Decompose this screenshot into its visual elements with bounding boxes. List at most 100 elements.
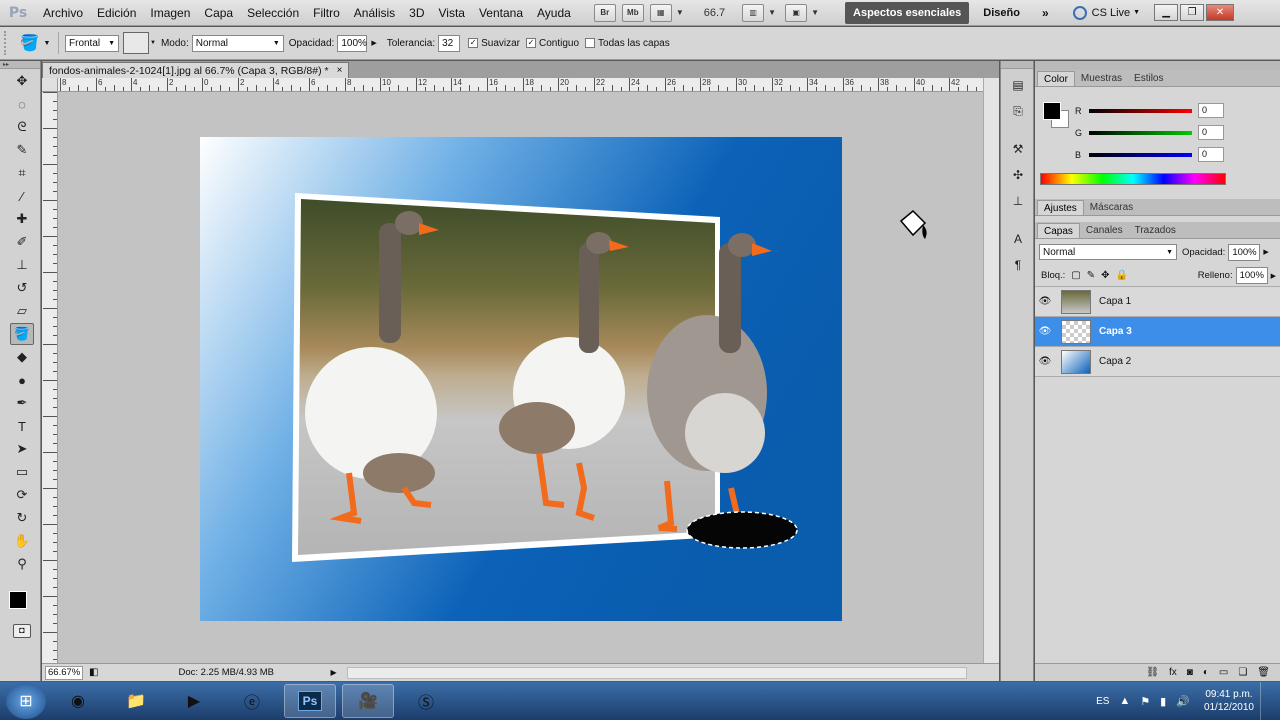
horizontal-scrollbar[interactable] <box>346 666 967 679</box>
lock-position-icon[interactable]: ✥ <box>1101 270 1109 281</box>
pen-tool-icon[interactable]: ✒ <box>10 392 34 414</box>
3d-orbit-tool-icon[interactable]: ↻ <box>10 507 34 529</box>
taskbar-photoshop[interactable]: Ps <box>284 684 336 718</box>
fill-source-select[interactable]: Frontal ▼ <box>65 34 119 52</box>
mode-select[interactable]: Normal ▼ <box>191 34 284 52</box>
menu-analisis[interactable]: Análisis <box>347 0 402 26</box>
add-mask-icon[interactable]: ◙ <box>1187 667 1193 678</box>
new-layer-icon[interactable]: ❏ <box>1238 667 1247 678</box>
menu-ayuda[interactable]: Ayuda <box>530 0 578 26</box>
menu-filtro[interactable]: Filtro <box>306 0 347 26</box>
layer-row-capa-2[interactable]: 👁 Capa 2 <box>1035 347 1280 377</box>
screen-mode-icon[interactable]: ▣ <box>785 3 808 22</box>
lock-pixels-icon[interactable]: ✎ <box>1087 270 1095 281</box>
restore-button[interactable]: ❐ <box>1180 4 1205 21</box>
mini-bridge-button[interactable]: Mb <box>621 3 644 22</box>
tab-mascaras[interactable]: Máscaras <box>1084 200 1139 215</box>
history-brush-tool-icon[interactable]: ↺ <box>10 277 34 299</box>
brush-tool-icon[interactable]: ✐ <box>10 231 34 253</box>
path-selection-tool-icon[interactable]: ➤ <box>10 438 34 460</box>
tab-muestras[interactable]: Muestras <box>1075 71 1128 86</box>
move-tool-icon[interactable]: ✥ <box>10 70 34 92</box>
layer-row-capa-1[interactable]: 👁 Capa 1 <box>1035 287 1280 317</box>
zoom-level-menu[interactable]: 66.7 <box>704 7 725 19</box>
close-icon[interactable]: × <box>337 65 343 76</box>
tab-color[interactable]: Color <box>1037 71 1075 86</box>
layer-opacity-input[interactable]: 100% <box>1228 243 1261 261</box>
all-layers-checkbox[interactable] <box>585 38 596 48</box>
blur-tool-icon[interactable]: ◆ <box>10 346 34 368</box>
workspace-design-button[interactable]: Diseño <box>983 7 1020 19</box>
chevron-right-icon[interactable]: ▶ <box>1263 248 1268 256</box>
network-icon[interactable]: ▮ <box>1160 695 1166 708</box>
tab-capas[interactable]: Capas <box>1037 223 1080 238</box>
blue-value-input[interactable]: 0 <box>1198 147 1224 162</box>
action-center-icon[interactable]: ⚑ <box>1140 695 1150 708</box>
chevron-down-icon[interactable]: ▼ <box>811 8 819 17</box>
quick-mask-icon[interactable]: ◘ <box>13 624 31 638</box>
zoom-tool-icon[interactable]: ⚲ <box>10 553 34 575</box>
paint-bucket-tool-icon[interactable]: 🪣 <box>10 323 34 345</box>
shape-tool-icon[interactable]: ▭ <box>10 461 34 483</box>
lock-transparency-icon[interactable]: ▢ <box>1071 270 1080 281</box>
zoom-field[interactable]: 66.67% <box>45 665 83 680</box>
green-value-input[interactable]: 0 <box>1198 125 1224 140</box>
menu-seleccion[interactable]: Selección <box>240 0 306 26</box>
lasso-tool-icon[interactable]: ᘓ <box>10 116 34 138</box>
tab-ajustes[interactable]: Ajustes <box>1037 200 1084 215</box>
menu-3d[interactable]: 3D <box>402 0 431 26</box>
healing-brush-tool-icon[interactable]: ✚ <box>10 208 34 230</box>
history-icon[interactable]: ⎘ <box>1007 101 1029 121</box>
workspace-essentials-button[interactable]: Aspectos esenciales <box>845 1 970 24</box>
link-layers-icon[interactable]: ⛓ <box>1146 667 1159 678</box>
blue-slider[interactable] <box>1089 152 1192 157</box>
tool-presets-icon[interactable]: ⚒ <box>1007 139 1029 159</box>
marquee-tool-icon[interactable]: ◌ <box>10 93 34 115</box>
visibility-eye-icon[interactable]: 👁 <box>1035 326 1055 337</box>
status-options-icon[interactable]: ◧ <box>89 667 98 678</box>
clock[interactable]: 09:41 p.m. 01/12/2010 <box>1204 688 1254 714</box>
media-player-icon[interactable]: ▶ <box>168 684 220 718</box>
chevron-right-icon[interactable]: ▶ <box>371 39 376 47</box>
clone-stamp-tool-icon[interactable]: ⊥ <box>10 254 34 276</box>
opacity-input[interactable]: 100% <box>337 34 368 52</box>
view-extras-icon[interactable]: ▦ <box>649 3 672 22</box>
brush-presets-icon[interactable]: ✣ <box>1007 165 1029 185</box>
hand-tool-icon[interactable]: ✋ <box>10 530 34 552</box>
quick-selection-tool-icon[interactable]: ✎ <box>10 139 34 161</box>
visibility-eye-icon[interactable]: 👁 <box>1035 296 1055 307</box>
document-tab[interactable]: fondos-animales-2-1024[1].jpg al 66.7% (… <box>42 62 350 78</box>
fill-input[interactable]: 100% <box>1235 267 1268 284</box>
document-canvas[interactable] <box>59 93 983 663</box>
internet-explorer-icon[interactable]: ⓔ <box>226 684 278 718</box>
cs-live-menu[interactable]: CS Live ▼ <box>1072 5 1140 20</box>
blend-mode-select[interactable]: Normal ▼ <box>1039 244 1177 260</box>
chevron-right-icon[interactable]: ▶ <box>1271 272 1276 280</box>
tools-panel-header[interactable]: ▸▸ <box>0 61 40 69</box>
bridge-button[interactable]: Br <box>593 3 616 22</box>
menu-edicion[interactable]: Edición <box>90 0 143 26</box>
minimize-button[interactable]: ▁ <box>1154 4 1179 21</box>
tab-canales[interactable]: Canales <box>1080 223 1129 238</box>
layer-style-icon[interactable]: fx <box>1169 667 1177 678</box>
red-value-input[interactable]: 0 <box>1198 103 1224 118</box>
3d-rotate-tool-icon[interactable]: ⟳ <box>10 484 34 506</box>
close-button[interactable]: ✕ <box>1206 4 1235 21</box>
menu-vista[interactable]: Vista <box>432 0 472 26</box>
menu-archivo[interactable]: Archivo <box>36 0 90 26</box>
chevron-down-icon[interactable]: ▼ <box>768 8 776 17</box>
character-icon[interactable]: A <box>1007 229 1029 249</box>
color-spectrum-bar[interactable] <box>1040 173 1226 185</box>
menu-capa[interactable]: Capa <box>197 0 240 26</box>
tray-expand-icon[interactable]: ▲ <box>1119 695 1130 707</box>
menu-imagen[interactable]: Imagen <box>143 0 197 26</box>
camtasia-icon[interactable]: 🎥 <box>342 684 394 718</box>
crop-tool-icon[interactable]: ⌗ <box>10 162 34 184</box>
eraser-tool-icon[interactable]: ▱ <box>10 300 34 322</box>
tolerance-input[interactable]: 32 <box>438 34 461 52</box>
pattern-swatch[interactable] <box>123 32 149 54</box>
start-button[interactable]: ⊞ <box>6 683 46 719</box>
type-tool-icon[interactable]: T <box>10 415 34 437</box>
show-desktop-button[interactable] <box>1260 682 1274 720</box>
red-slider[interactable] <box>1089 108 1192 113</box>
